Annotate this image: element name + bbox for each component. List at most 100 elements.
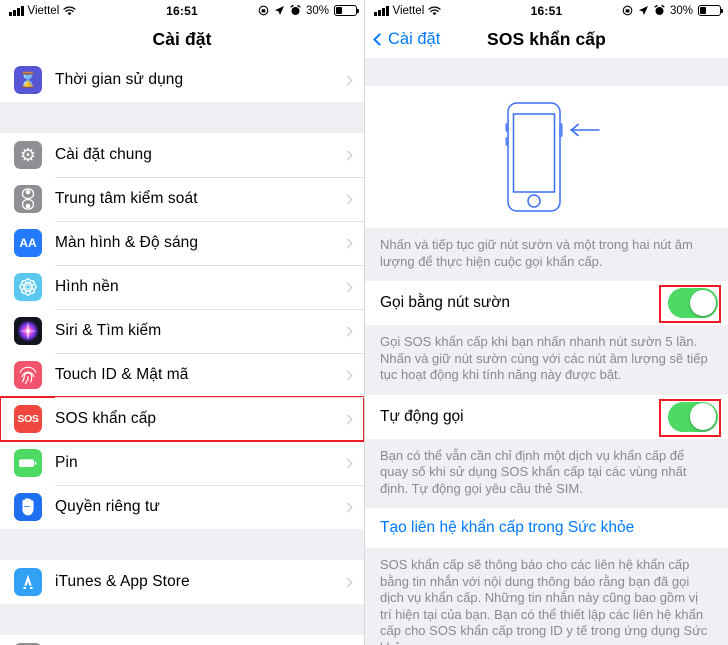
battery-icon [14,449,42,477]
chevron-right-icon [342,370,353,380]
top-spacer [365,58,728,86]
control-center-icon [14,185,42,213]
iphone-side-button-illustration [365,86,728,228]
chevron-right-icon [342,577,353,587]
chevron-right-icon [342,150,353,160]
chevron-right-icon [342,326,353,336]
sidebar-item-siri-search[interactable]: Siri & Tìm kiếm [0,309,364,353]
privacy-hand-icon [14,493,42,521]
display-brightness-icon: AA [14,229,42,257]
status-bar-right: Viettel 16:51 30% [365,0,728,21]
toggle-knob [689,403,717,430]
sidebar-item-general[interactable]: ⚙ Cài đặt chung [0,133,364,177]
health-footer: SOS khẩn cấp sẽ thông báo cho các liên h… [365,548,728,645]
battery-percent-label: 30% [305,4,329,17]
sidebar-item-control-center[interactable]: Trung tâm kiểm soát [0,177,364,221]
wifi-icon [63,5,76,15]
toggle-knob [689,289,717,317]
side-button-footer-text: Gọi SOS khẩn cấp khi bạn nhấn nhanh nút … [380,334,708,382]
carrier-label: Viettel [392,4,425,17]
emergency-sos-screen: Viettel 16:51 30% Cài đặt SOS khẩn cấp N… [364,0,728,645]
health-emergency-contacts-link[interactable]: Tạo liên hệ khẩn cấp trong Sức khỏe [365,508,728,548]
sidebar-item-screen-time[interactable]: ⌛ Thời gian sử dụng [0,58,364,102]
location-arrow-icon [274,6,284,15]
settings-list[interactable]: ⌛ Thời gian sử dụng ⚙ Cài đặt chung Trun… [0,58,364,645]
intro-text: Nhấn và tiếp tục giữ nút sườn và một tro… [380,237,693,269]
health-footer-text: SOS khẩn cấp sẽ thông báo cho các liên h… [380,557,708,645]
settings-group-store: iTunes & App Store [0,560,364,604]
chevron-right-icon [342,75,353,85]
dual-screenshot: Viettel 16:51 30% Cài đặt ⌛ Thời gian sử… [0,0,728,645]
settings-group-main: ⚙ Cài đặt chung Trung tâm kiểm soát AA M… [0,133,364,529]
sidebar-item-label: Pin [55,454,78,471]
battery-percent-label: 30% [669,4,693,17]
sidebar-item-label: Hình nền [55,278,119,295]
back-button-label: Cài đặt [388,30,441,48]
status-left-group: Viettel [9,5,76,17]
side-button-footer: Gọi SOS khẩn cấp khi bạn nhấn nhanh nút … [365,325,728,395]
chevron-right-icon [342,502,353,512]
group-separator [0,102,364,133]
location-arrow-icon [638,6,648,15]
sos-content[interactable]: Nhấn và tiếp tục giữ nút sườn và một tro… [365,58,728,645]
sidebar-item-label: iTunes & App Store [55,573,190,590]
rotation-lock-icon [622,5,633,16]
alarm-clock-icon [290,5,301,15]
auto-call-footer-text: Bạn có thể vẫn cần chỉ định một dịch vụ … [380,447,687,496]
health-link-label: Tạo liên hệ khẩn cấp trong Sức khỏe [380,519,635,536]
carrier-label: Viettel [27,4,60,17]
hourglass-icon: ⌛ [14,66,42,94]
sidebar-item-battery[interactable]: Pin [0,441,364,485]
chevron-right-icon [342,238,353,248]
battery-icon [698,5,724,16]
sidebar-item-label: Trung tâm kiểm soát [55,190,198,207]
side-button-call-toggle[interactable] [668,288,718,318]
gear-icon: ⚙ [14,141,42,169]
back-button[interactable]: Cài đặt [373,30,441,49]
side-button-call-row[interactable]: Gọi bằng nút sườn [365,281,728,325]
chevron-right-icon [342,458,353,468]
sidebar-item-label: Touch ID & Mật mã [55,366,189,383]
sidebar-item-display-brightness[interactable]: AA Màn hình & Độ sáng [0,221,364,265]
signal-bars-icon [9,5,24,16]
rotation-lock-icon [258,5,269,16]
sidebar-item-emergency-sos[interactable]: SOS SOS khẩn cấp [0,396,364,442]
sidebar-item-label: Quyền riêng tư [55,498,160,515]
settings-group-accounts: Mật khẩu & Tài khoản [0,635,364,645]
chevron-left-icon [373,33,386,46]
status-right-group: 30% [258,4,360,17]
chevron-right-icon [342,282,353,292]
settings-screen: Viettel 16:51 30% Cài đặt ⌛ Thời gian sử… [0,0,364,645]
chevron-right-icon [342,414,353,424]
sidebar-item-privacy[interactable]: Quyền riêng tư [0,485,364,529]
status-bar-left: Viettel 16:51 30% [0,0,364,21]
sidebar-item-label: Thời gian sử dụng [55,71,184,88]
auto-call-row[interactable]: Tự động gọi [365,394,728,439]
sidebar-item-touch-id[interactable]: Touch ID & Mật mã [0,353,364,397]
sidebar-item-label: Cài đặt chung [55,146,152,163]
sidebar-item-passwords-accounts[interactable]: Mật khẩu & Tài khoản [0,635,364,645]
sidebar-item-itunes-app-store[interactable]: iTunes & App Store [0,560,364,604]
sos-icon: SOS [14,405,42,433]
auto-call-label: Tự động gọi [380,407,464,425]
sidebar-item-wallpaper[interactable]: Hình nền [0,265,364,309]
settings-group-screentime: ⌛ Thời gian sử dụng [0,58,364,102]
app-store-icon [14,568,42,596]
auto-call-toggle[interactable] [668,401,718,432]
group-separator [0,604,364,635]
signal-bars-icon [374,5,389,16]
status-left-group: Viettel [374,5,441,17]
wallpaper-icon [14,273,42,301]
sidebar-item-label: Siri & Tìm kiếm [55,322,162,339]
side-button-call-label: Gọi bằng nút sườn [380,294,510,311]
sos-navbar: Cài đặt SOS khẩn cấp [365,21,728,58]
auto-call-footer: Bạn có thể vẫn cần chỉ định một dịch vụ … [365,438,728,508]
group-separator [0,529,364,560]
page-title: Cài đặt [152,29,212,49]
wifi-icon [428,5,441,15]
siri-icon [14,317,42,345]
intro-footer: Nhấn và tiếp tục giữ nút sườn và một tro… [365,228,728,281]
settings-navbar: Cài đặt [0,21,364,58]
chevron-right-icon [342,194,353,204]
sidebar-item-label: SOS khẩn cấp [55,410,157,427]
